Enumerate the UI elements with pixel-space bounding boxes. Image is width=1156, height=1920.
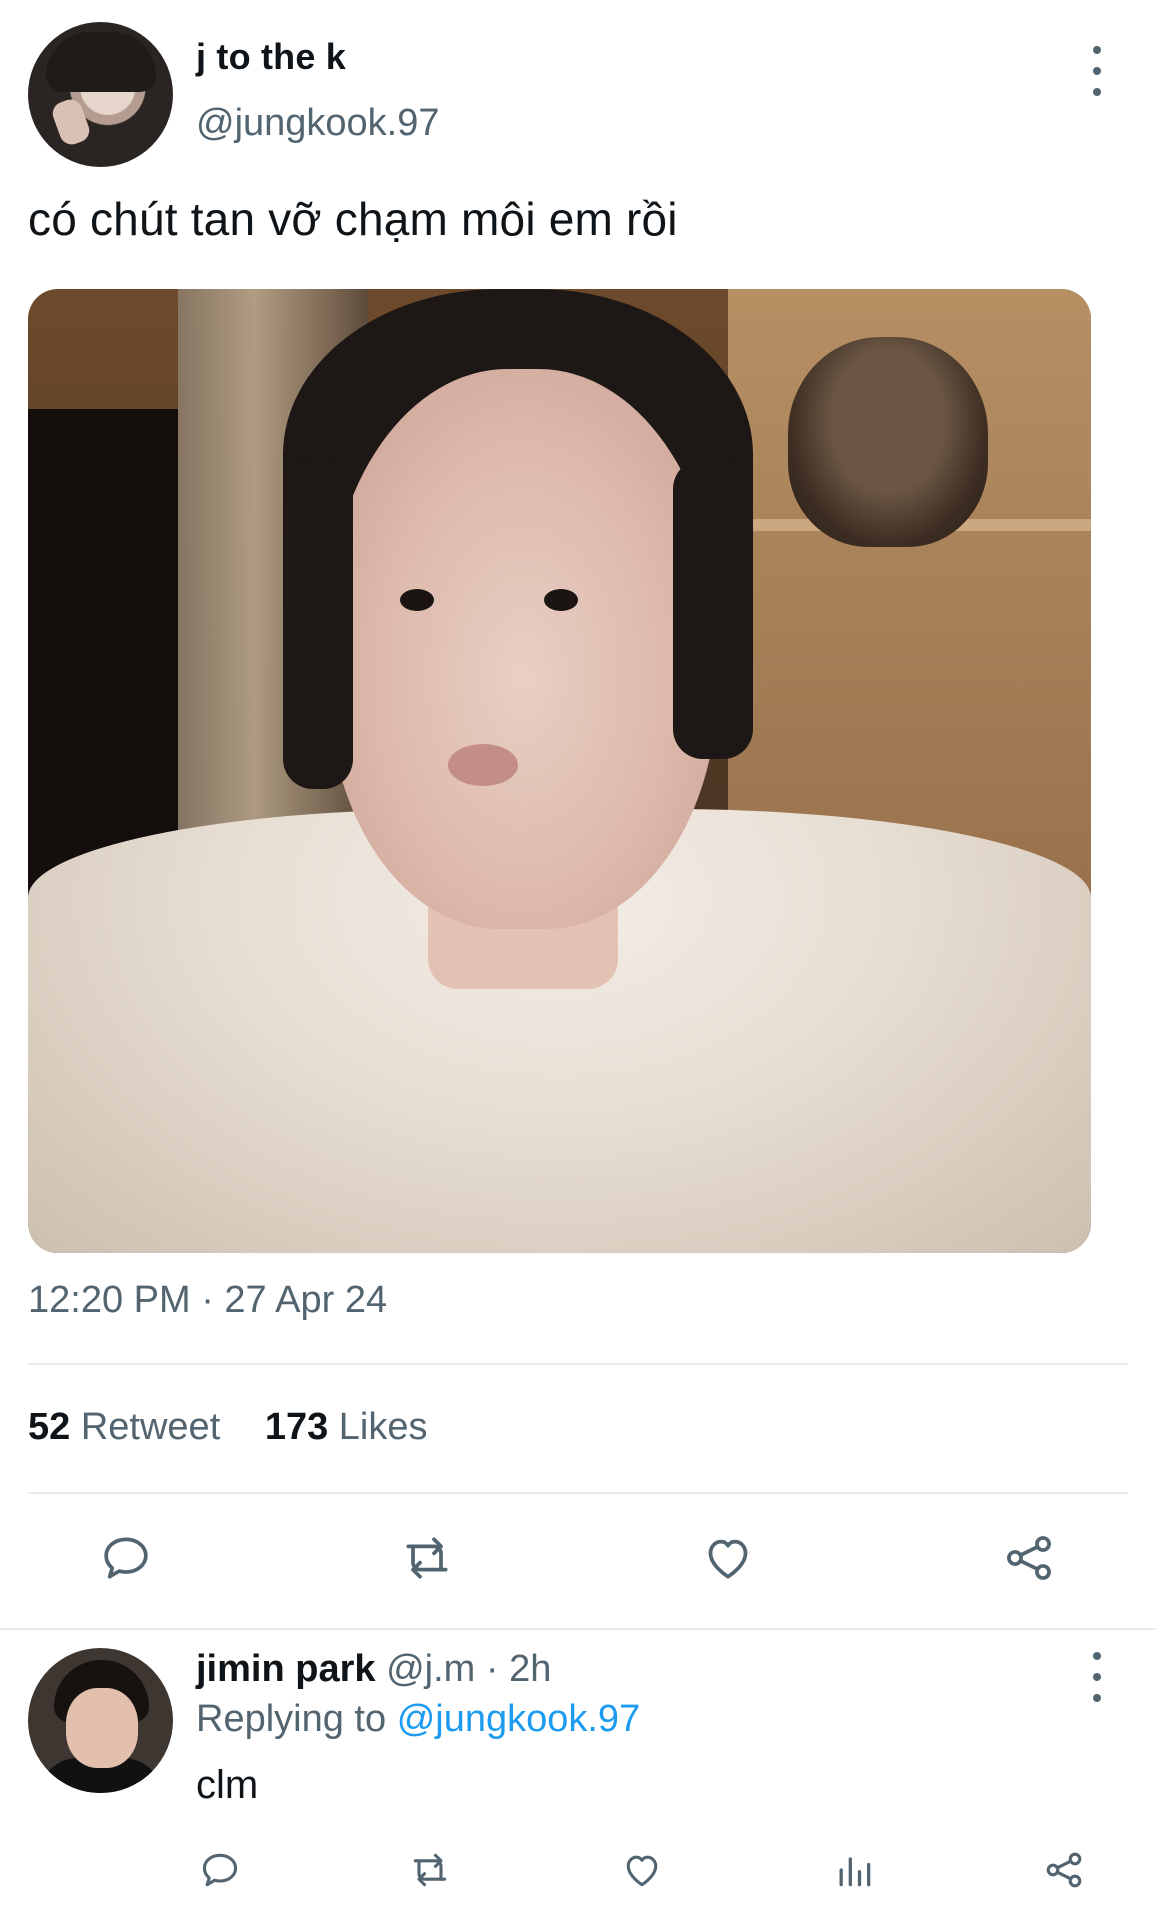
retweet-stat[interactable]: 52 Retweet: [28, 1406, 231, 1448]
share-icon[interactable]: [1032, 1838, 1096, 1902]
retweet-icon[interactable]: [398, 1838, 462, 1902]
more-options-icon[interactable]: [1082, 46, 1112, 96]
tweet-text: có chút tan vỡ chạm môi em rồi: [28, 193, 678, 245]
reply-author-avatar[interactable]: [28, 1648, 173, 1793]
tweet-timestamp[interactable]: 12:20 PM · 27 Apr 24: [28, 1279, 387, 1322]
like-label: Likes: [338, 1406, 428, 1448]
reply-more-options-icon[interactable]: [1082, 1652, 1112, 1702]
author-name[interactable]: j to the k: [196, 36, 346, 78]
like-icon[interactable]: [696, 1526, 760, 1590]
reply-icon[interactable]: [94, 1526, 158, 1590]
replying-to-prefix: Replying to: [196, 1698, 387, 1740]
like-icon[interactable]: [610, 1838, 674, 1902]
reply-author-name[interactable]: jimin park: [196, 1648, 376, 1690]
mouth: [448, 744, 518, 786]
replying-to-mention[interactable]: @jungkook.97: [397, 1698, 641, 1740]
replying-to-line: Replying to @jungkook.97: [196, 1698, 640, 1741]
avatar-hair: [46, 32, 156, 92]
bust-sculpture: [788, 337, 988, 547]
retweet-icon[interactable]: [395, 1526, 459, 1590]
tweet-photo[interactable]: [28, 289, 1091, 1253]
face: [328, 369, 718, 929]
reply-author-handle[interactable]: @j.m: [386, 1648, 475, 1690]
section-divider: [0, 1628, 1156, 1630]
retweet-label: Retweet: [80, 1406, 221, 1448]
reply-text: clm: [196, 1763, 259, 1807]
engagement-stats: 52 Retweet 173 Likes: [28, 1406, 462, 1449]
analytics-icon[interactable]: [822, 1838, 886, 1902]
reply-age: · 2h: [485, 1648, 552, 1690]
author-avatar[interactable]: [28, 22, 173, 167]
reply-icon[interactable]: [188, 1838, 252, 1902]
divider: [28, 1492, 1128, 1494]
author-handle[interactable]: @jungkook.97: [196, 102, 440, 145]
share-icon[interactable]: [997, 1526, 1061, 1590]
divider: [28, 1363, 1128, 1365]
retweet-count: 52: [28, 1406, 71, 1448]
reply-header: jimin park @j.m · 2h: [196, 1648, 551, 1691]
like-count: 173: [264, 1406, 329, 1448]
avatar-hand: [49, 96, 93, 148]
like-stat[interactable]: 173 Likes: [265, 1406, 428, 1448]
